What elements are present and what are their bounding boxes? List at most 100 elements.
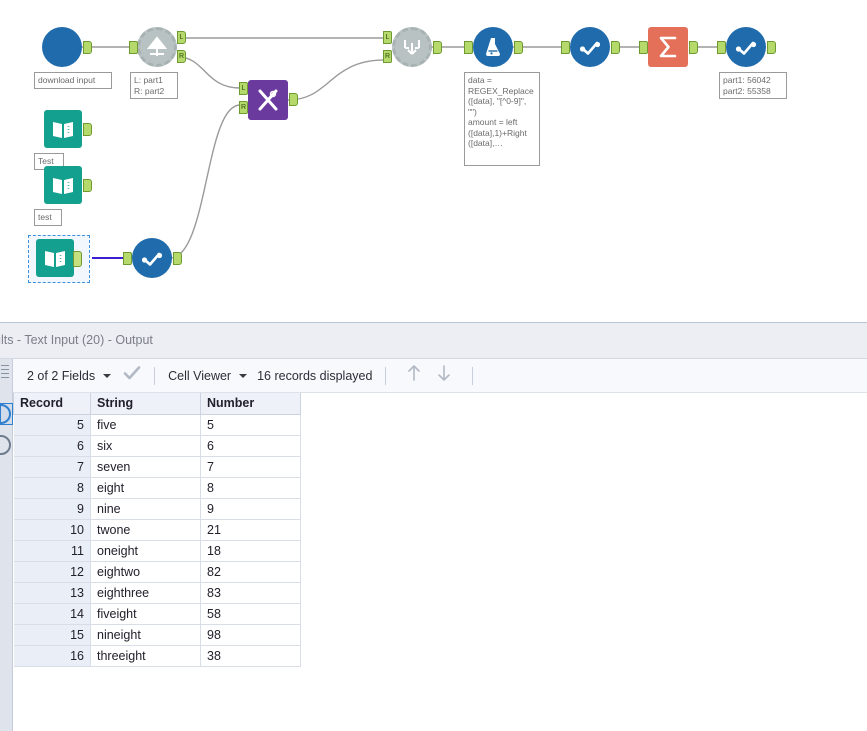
results-titlebar[interactable]: ults - Text Input (20) - Output <box>0 323 867 359</box>
chevron-down-icon[interactable] <box>239 373 248 378</box>
port-input-right[interactable] <box>383 50 392 63</box>
port-output[interactable] <box>767 41 776 54</box>
port-output-left[interactable] <box>177 31 186 44</box>
tool-text-to-columns[interactable]: L R <box>129 27 186 67</box>
tool-browse-3[interactable] <box>123 238 182 278</box>
view-mode-selector[interactable]: Cell Viewer <box>168 369 257 383</box>
port-output[interactable] <box>514 41 523 54</box>
port-output[interactable] <box>433 41 442 54</box>
port-output[interactable] <box>289 93 298 106</box>
tool-browse-1[interactable] <box>561 27 620 67</box>
table-row[interactable]: 10 twone 21 <box>13 518 301 541</box>
split-icon <box>137 27 177 67</box>
port-input-left[interactable] <box>239 82 248 95</box>
table-row[interactable]: 14 fiveight 58 <box>13 602 301 625</box>
column-header-string[interactable]: String <box>90 393 201 415</box>
cell-number: 98 <box>200 623 301 646</box>
table-header-row: Record String Number <box>13 393 301 415</box>
annotation-download-input: download input <box>34 72 112 89</box>
cell-string: eighthree <box>90 581 201 604</box>
port-output[interactable] <box>83 41 92 54</box>
browse-icon <box>570 27 610 67</box>
cell-string: nineight <box>90 623 201 646</box>
cell-record: 5 <box>13 413 91 436</box>
column-header-number[interactable]: Number <box>200 393 301 415</box>
port-output[interactable] <box>73 251 82 267</box>
cell-record: 12 <box>13 560 91 583</box>
table-row[interactable]: 11 oneight 18 <box>13 539 301 562</box>
port-input[interactable] <box>464 41 473 54</box>
port-output[interactable] <box>611 41 620 54</box>
port-input-right[interactable] <box>239 101 248 114</box>
table-row[interactable]: 7 seven 7 <box>13 455 301 478</box>
results-table: Record String Number 5 five 5 6 six 6 7 <box>13 393 301 667</box>
cell-number: 5 <box>200 413 301 436</box>
tool-browse-2[interactable] <box>717 27 776 67</box>
table-row[interactable]: 6 six 6 <box>13 434 301 457</box>
column-header-record[interactable]: Record <box>13 393 91 415</box>
cell-string: fiveight <box>90 602 201 625</box>
chevron-down-icon[interactable] <box>103 373 112 378</box>
cell-number: 83 <box>200 581 301 604</box>
annotation-result-parts: part1: 56042 part2: 55358 <box>719 72 787 99</box>
cell-number: 6 <box>200 434 301 457</box>
cell-string: eightwo <box>90 560 201 583</box>
fields-label: 2 of 2 Fields <box>27 368 96 383</box>
table-row[interactable]: 5 five 5 <box>13 413 301 436</box>
annotation-test-lower: test <box>34 209 62 226</box>
table-row[interactable]: 15 nineight 98 <box>13 623 301 646</box>
grip-line <box>1 365 9 366</box>
annotation-formula-expression: data = REGEX_Replace ([data], "[^0-9]", … <box>464 72 540 166</box>
table-row[interactable]: 9 nine 9 <box>13 497 301 520</box>
table-row[interactable]: 13 eighthree 83 <box>13 581 301 604</box>
browse-icon <box>726 27 766 67</box>
cell-record: 6 <box>13 434 91 457</box>
table-body: 5 five 5 6 six 6 7 seven 7 8 eight 8 9 n… <box>13 413 301 667</box>
cell-string: eight <box>90 476 201 499</box>
tool-text-input-1[interactable] <box>44 110 92 148</box>
rail-browse-icon[interactable] <box>0 435 11 455</box>
grip-line <box>1 377 9 378</box>
tool-text-input-2[interactable] <box>44 166 92 204</box>
tool-join[interactable]: L R <box>239 80 298 120</box>
cell-number: 58 <box>200 602 301 625</box>
workflow-canvas[interactable]: download input L R L: part1 R: part2 L R <box>0 0 867 322</box>
port-output[interactable] <box>173 252 182 265</box>
table-row[interactable]: 16 threeight 38 <box>13 644 301 667</box>
annotation-split-ports: L: part1 R: part2 <box>130 72 178 99</box>
cell-record: 13 <box>13 581 91 604</box>
text-input-icon <box>44 110 82 148</box>
tool-union[interactable]: L R <box>383 27 442 67</box>
port-input[interactable] <box>639 41 648 54</box>
fields-selector[interactable]: 2 of 2 Fields <box>27 369 121 383</box>
cell-record: 9 <box>13 497 91 520</box>
arrow-up-icon[interactable] <box>406 364 422 387</box>
port-input[interactable] <box>129 41 138 54</box>
cell-number: 21 <box>200 518 301 541</box>
checkmark-icon[interactable] <box>123 365 141 386</box>
port-output[interactable] <box>689 41 698 54</box>
results-side-rail[interactable] <box>0 359 13 731</box>
port-input[interactable] <box>717 41 726 54</box>
cell-record: 11 <box>13 539 91 562</box>
arrow-down-icon[interactable] <box>436 364 452 387</box>
tool-formula[interactable] <box>464 27 523 67</box>
results-title: ults - Text Input (20) - Output <box>0 333 153 347</box>
tool-text-input-3-selected[interactable] <box>36 239 82 277</box>
toolbar-separator <box>472 366 474 385</box>
cell-record: 10 <box>13 518 91 541</box>
port-input[interactable] <box>561 41 570 54</box>
grip-line <box>1 373 9 374</box>
port-output[interactable] <box>83 123 92 136</box>
results-data-grid[interactable]: Record String Number 5 five 5 6 six 6 7 <box>13 393 867 731</box>
tool-download-input[interactable] <box>42 27 92 67</box>
port-output-right[interactable] <box>177 50 186 63</box>
tool-summarize[interactable] <box>639 27 698 67</box>
cell-number: 38 <box>200 644 301 667</box>
table-row[interactable]: 8 eight 8 <box>13 476 301 499</box>
port-input-left[interactable] <box>383 31 392 44</box>
results-panel: ults - Text Input (20) - Output 2 of 2 F… <box>0 322 867 731</box>
table-row[interactable]: 12 eightwo 82 <box>13 560 301 583</box>
port-output[interactable] <box>83 179 92 192</box>
port-input[interactable] <box>123 252 132 265</box>
